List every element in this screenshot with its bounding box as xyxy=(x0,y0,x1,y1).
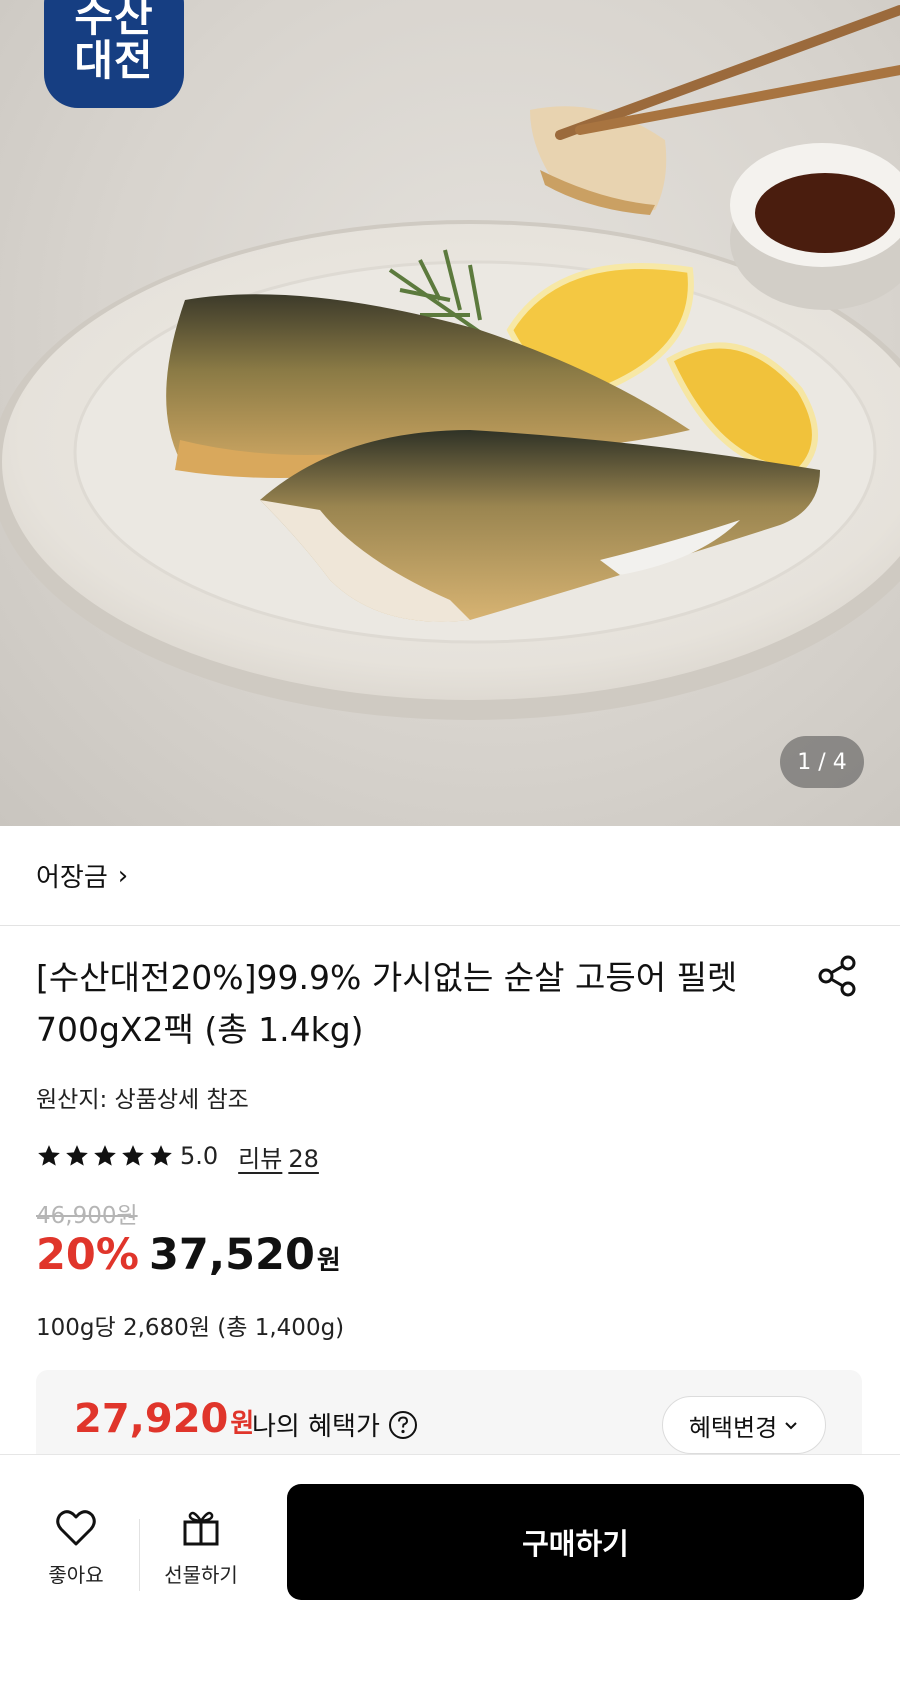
unit-price: 100g당 2,680원 (총 1,400g) xyxy=(36,1315,345,1341)
change-benefit-button[interactable]: 혜택변경 xyxy=(662,1396,826,1454)
sale-price: 37,520 xyxy=(148,1230,315,1280)
benefit-price: 27,920 원 xyxy=(74,1396,254,1442)
rating-row: 5.0 리뷰 28 xyxy=(36,1138,319,1174)
divider xyxy=(139,1519,140,1591)
buy-button[interactable]: 구매하기 xyxy=(287,1484,864,1600)
star-icon xyxy=(150,1145,172,1166)
review-count: 28 xyxy=(288,1144,319,1173)
benefit-label-group: 나의 혜택가 xyxy=(252,1406,418,1443)
share-icon[interactable] xyxy=(815,954,859,998)
brand-badge-line1: 수산 xyxy=(74,0,154,41)
help-icon[interactable] xyxy=(388,1410,418,1440)
product-title: [수산대전20%]99.9% 가시없는 순살 고등어 필렛 700gX2팩 (총… xyxy=(36,958,738,1049)
gift-label: 선물하기 xyxy=(164,1563,238,1587)
product-image-carousel[interactable]: 수산 대전 1 / 4 xyxy=(0,0,900,826)
price-currency: 원 xyxy=(316,1246,341,1276)
origin-info: 원산지: 상품상세 참조 xyxy=(36,1087,249,1113)
gift-icon xyxy=(183,1511,219,1546)
like-button[interactable]: 좋아요 xyxy=(21,1505,131,1588)
heart-icon xyxy=(56,1510,96,1546)
star-icon xyxy=(66,1145,88,1166)
rating-stars xyxy=(36,1143,174,1169)
chevron-right-icon: › xyxy=(117,860,129,891)
store-name: 어장금 xyxy=(36,863,108,893)
review-link[interactable]: 리뷰 28 xyxy=(238,1139,319,1174)
review-label: 리뷰 xyxy=(238,1144,283,1173)
benefit-label: 나의 혜택가 xyxy=(252,1412,380,1442)
change-benefit-label: 혜택변경 xyxy=(688,1413,778,1442)
discount-rate: 20% xyxy=(36,1230,139,1280)
star-icon xyxy=(122,1145,144,1166)
brand-badge-line2: 대전 xyxy=(74,36,154,85)
store-link[interactable]: 어장금 › xyxy=(0,826,900,926)
original-price: 46,900원 xyxy=(36,1203,138,1229)
star-icon xyxy=(94,1145,116,1166)
brand-badge-logo: 수산 대전 xyxy=(44,0,184,108)
product-photo xyxy=(0,5,900,720)
image-counter: 1 / 4 xyxy=(780,736,864,788)
benefit-price-currency: 원 xyxy=(230,1409,255,1439)
benefit-price-value: 27,920 xyxy=(74,1396,229,1442)
star-icon xyxy=(38,1145,60,1166)
like-label: 좋아요 xyxy=(48,1563,104,1587)
chevron-down-icon xyxy=(785,1422,797,1430)
rating-score: 5.0 xyxy=(180,1142,219,1170)
bottom-action-bar: 좋아요 선물하기 구매하기 xyxy=(0,1454,900,1702)
gift-button[interactable]: 선물하기 xyxy=(146,1505,256,1588)
price-row: 20% 37,520 원 xyxy=(36,1230,341,1288)
